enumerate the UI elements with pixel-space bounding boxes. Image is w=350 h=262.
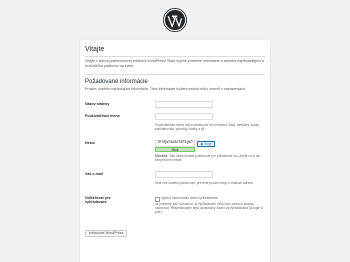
site-title-input[interactable] bbox=[155, 101, 213, 108]
section-title: Požadované informácie bbox=[85, 74, 265, 85]
install-wordpress-button[interactable]: Inštalovať WordPress bbox=[85, 230, 128, 237]
username-input[interactable] bbox=[155, 113, 213, 120]
password-input[interactable]: 9rVQafdu8cS2EtgeO bbox=[155, 140, 195, 147]
email-label: Váš e-mail bbox=[85, 172, 103, 176]
install-form-card: Vitajte Vitajte v slávnej päťminútovej i… bbox=[80, 40, 270, 262]
username-description: Používateľské mená môžu obsahovať len pí… bbox=[155, 123, 259, 132]
wordpress-logo-icon bbox=[163, 8, 187, 32]
eye-icon: ◉ bbox=[200, 141, 204, 146]
site-title-label: Názov stránky bbox=[85, 102, 110, 106]
visibility-label: Viditeľnosť pre vyhľadávače bbox=[85, 196, 111, 205]
email-description: Skôr než budete pokračovať, preverte pro… bbox=[155, 181, 254, 185]
welcome-title: Vitajte bbox=[85, 46, 265, 57]
password-note: Dôležité: Toto heslo budete potrebovať p… bbox=[155, 154, 265, 162]
hide-password-button[interactable]: ◉ Skryť bbox=[197, 140, 215, 147]
hide-password-label: Skryť bbox=[204, 141, 212, 146]
password-note-text: Toto heslo budete potrebovať pre prihlás… bbox=[155, 154, 260, 163]
visibility-description: Je potrebné tiež rozhodnúť, či vyhľadáva… bbox=[155, 202, 263, 215]
section-text: Prosím, doplňte nasledujúce informácie. … bbox=[85, 87, 247, 92]
wordpress-logo-glyph bbox=[163, 8, 187, 32]
password-strength-meter: Silné bbox=[155, 147, 195, 152]
email-input[interactable] bbox=[155, 171, 213, 178]
visibility-checkbox-label: Vypnúť indexovanie webu vyhľadávačmi bbox=[161, 196, 218, 200]
visibility-checkbox[interactable] bbox=[155, 196, 160, 202]
password-label: Heslo bbox=[85, 141, 95, 145]
welcome-text: Vitajte v slávnej päťminútovej inštaláci… bbox=[85, 59, 264, 68]
username-label: Používateľské meno bbox=[85, 114, 120, 118]
